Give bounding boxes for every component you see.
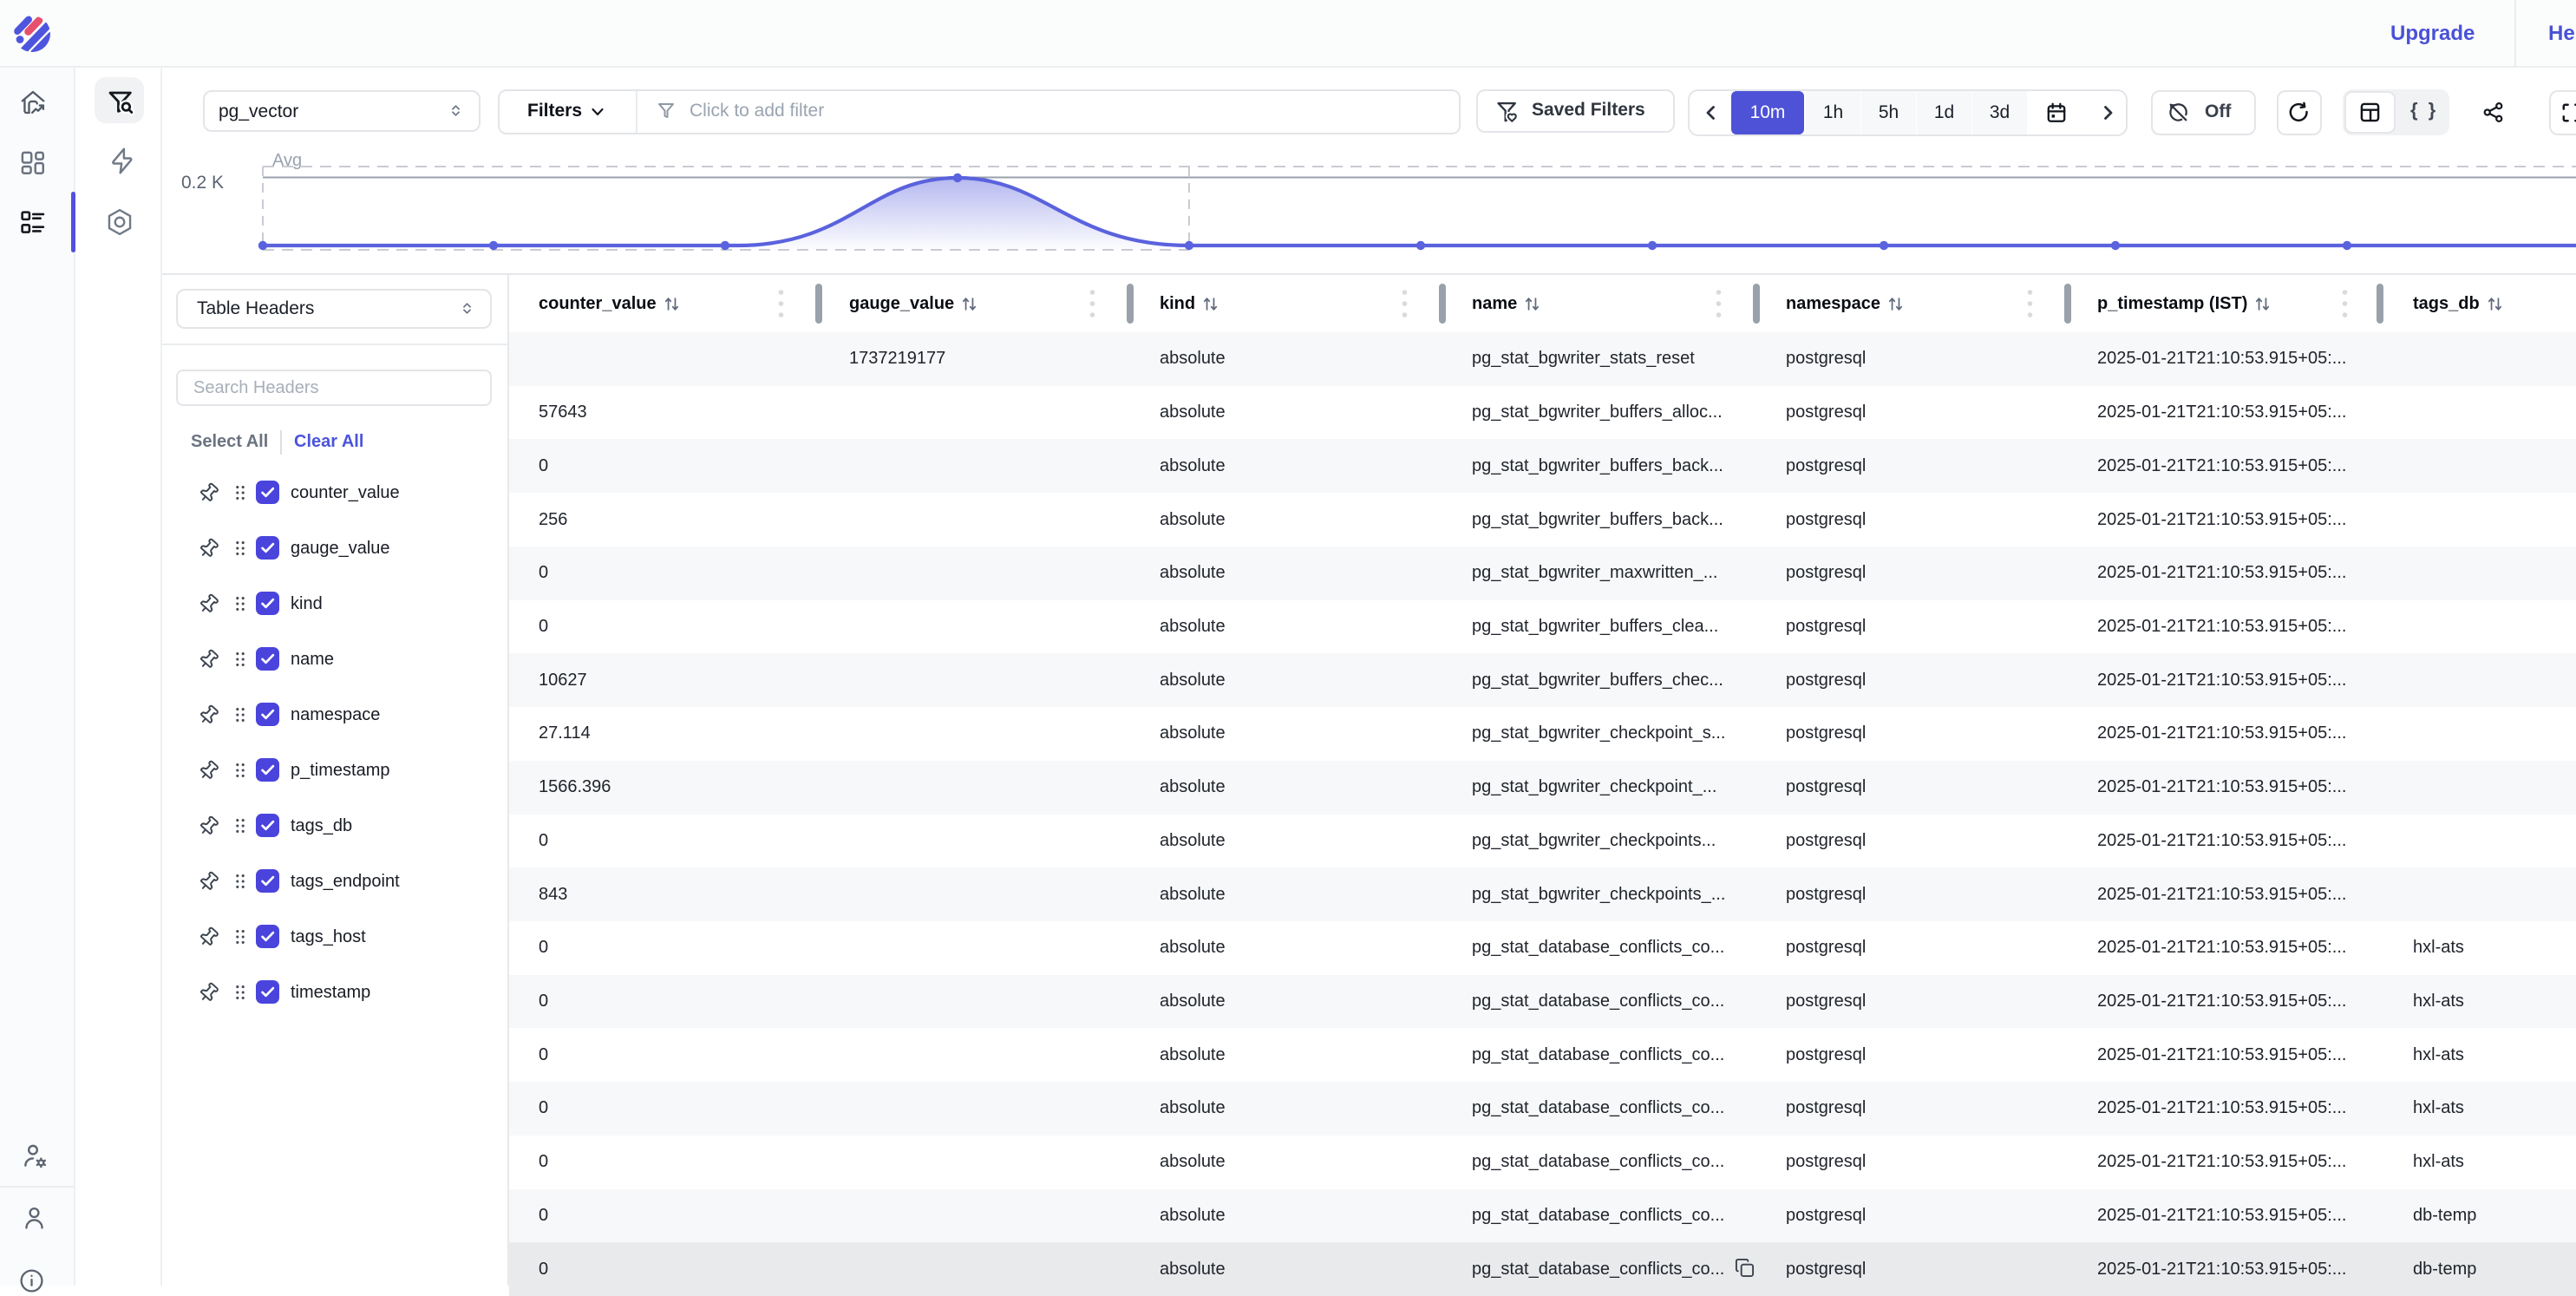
svg-text:0.2 K: 0.2 K [181,173,224,193]
